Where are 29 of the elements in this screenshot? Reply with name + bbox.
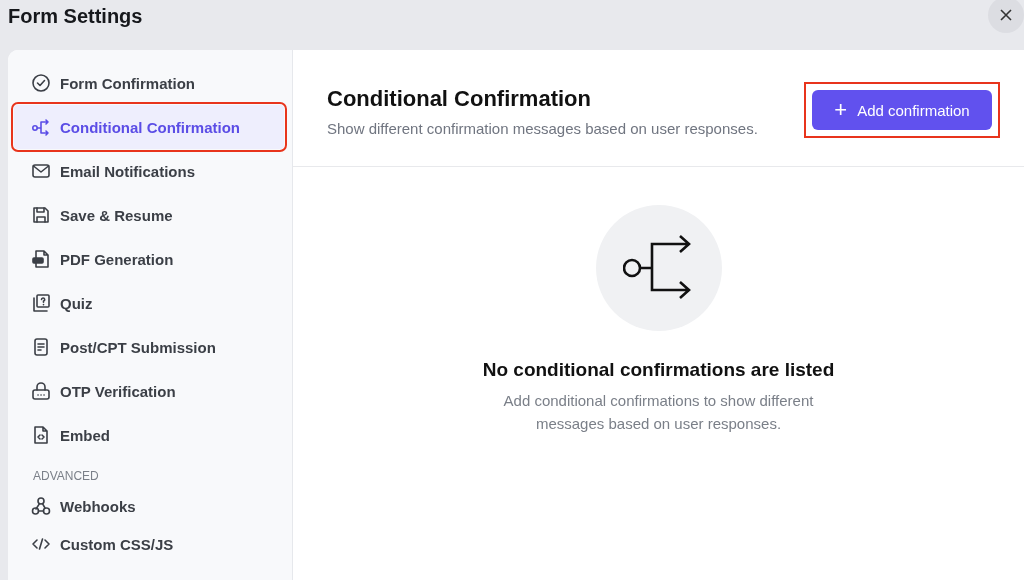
add-confirmation-button[interactable]: + Add confirmation <box>812 90 992 130</box>
close-icon <box>999 8 1013 22</box>
section-description: Show different confirmation messages based on user responses. <box>327 120 758 137</box>
window-title: Form Settings <box>8 5 143 28</box>
sidebar-item[interactable]: Webhooks <box>14 487 284 525</box>
empty-state-title: No conditional confirmations are listed <box>482 359 835 381</box>
pdf-file-icon <box>31 249 51 269</box>
check-circle-icon <box>31 73 51 93</box>
sidebar-item[interactable]: Post/CPT Submission <box>14 325 284 369</box>
section-heading: ADVANCED <box>33 469 100 483</box>
sidebar-item[interactable]: OTP Verification <box>14 369 284 413</box>
sidebar-item[interactable]: PDF Generation <box>14 237 284 281</box>
envelope-icon <box>31 161 51 181</box>
empty-state-message: Add conditional confirmations to show different messages based on user responses. <box>502 391 815 434</box>
close-button[interactable] <box>988 0 1024 33</box>
sidebar-item[interactable]: Embed <box>14 413 284 457</box>
sidebar-item[interactable]: Save & Resume <box>14 193 284 237</box>
sidebar-item[interactable]: Quiz <box>14 281 284 325</box>
sidebar-item[interactable]: Email Notifications <box>14 149 284 193</box>
sidebar-item[interactable]: Conditional Confirmation <box>14 105 284 149</box>
webhook-icon <box>31 496 51 516</box>
section-title: Conditional Confirmation <box>327 86 592 112</box>
sidebar-item[interactable]: Custom CSS/JS <box>14 525 284 563</box>
question-card-icon <box>31 293 51 313</box>
sidebar-item[interactable]: Form Confirmation <box>14 61 284 105</box>
document-icon <box>31 337 51 357</box>
code-file-icon <box>31 425 51 445</box>
branch-icon <box>31 117 51 137</box>
lock-icon <box>31 381 51 401</box>
